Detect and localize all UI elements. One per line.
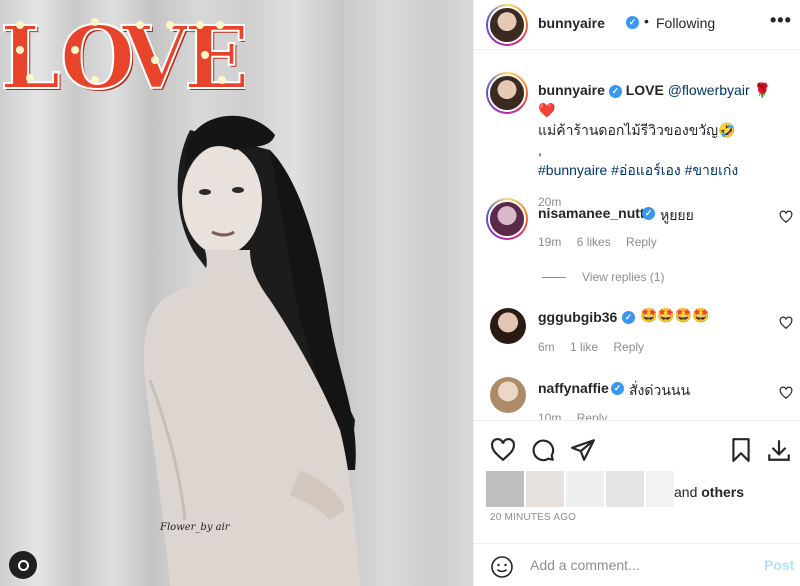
user-icon: [17, 559, 29, 571]
svg-text:E: E: [184, 8, 245, 100]
comment-avatar[interactable]: [490, 377, 526, 413]
view-replies-label: View replies (1): [582, 270, 665, 284]
like-heart-icon[interactable]: [490, 437, 516, 463]
post-side-panel: bunnyaire ✓ • Following ••• bunnyaire ✓ …: [473, 0, 800, 586]
svg-text:L: L: [0, 8, 60, 100]
comment-time[interactable]: 6m: [538, 340, 555, 354]
caption-title: LOVE: [625, 82, 664, 98]
verified-badge-icon: ✓: [622, 311, 635, 324]
liker-avatar-blurred: [486, 471, 524, 507]
liker-avatar-blurred: [606, 471, 644, 507]
view-replies-button[interactable]: View replies (1): [542, 270, 664, 284]
emoji-icon[interactable]: [490, 555, 514, 579]
svg-text:V: V: [121, 8, 190, 100]
comment-meta: 19m 6 likes Reply: [538, 235, 669, 249]
comment-username[interactable]: naffynaffie: [538, 380, 609, 396]
hashtag-sell[interactable]: #ขายเก่ง: [685, 162, 739, 178]
liker-avatar-blurred: [566, 471, 604, 507]
comment-likes[interactable]: 6 likes: [577, 235, 611, 249]
author-avatar[interactable]: [486, 4, 528, 46]
post-button[interactable]: Post: [764, 557, 794, 573]
tagged-users-button[interactable]: [9, 551, 37, 579]
likes-text[interactable]: and others: [674, 484, 744, 500]
following-button[interactable]: Following: [656, 15, 715, 31]
reply-button[interactable]: Reply: [613, 340, 644, 354]
add-comment-bar: Add a comment... Post: [474, 543, 800, 586]
comment-input[interactable]: Add a comment...: [530, 557, 640, 573]
comment-avatar[interactable]: [490, 308, 526, 344]
caption-avatar[interactable]: [486, 72, 528, 114]
post-header: bunnyaire ✓ • Following •••: [474, 0, 800, 50]
like-comment-heart-icon[interactable]: [779, 210, 793, 224]
likes-and: and: [674, 484, 698, 500]
comment-text: 🤩🤩🤩🤩: [640, 307, 710, 323]
header-separator: •: [644, 13, 649, 29]
photo-watermark: Flower_by air: [160, 522, 230, 533]
author-username[interactable]: bunnyaire: [538, 15, 605, 31]
verified-badge-icon: ✓: [626, 16, 639, 29]
comment-username[interactable]: gggubgib36: [538, 309, 617, 325]
hashtag-bunnyaire[interactable]: #bunnyaire: [538, 162, 607, 178]
comment-bubble-icon[interactable]: [530, 437, 556, 463]
love-sign: L L O O V V E E: [0, 7, 245, 100]
likes-others[interactable]: others: [701, 484, 744, 500]
caption-line2: แม่ค้าร้านดอกไม้รีวิวของขวัญ🤣: [538, 122, 736, 138]
verified-badge-icon: ✓: [611, 382, 624, 395]
hashtag-air[interactable]: #อ่อแอร์เอง: [611, 162, 681, 178]
post-actions: and others 20 MINUTES AGO Add a comment.…: [474, 420, 800, 586]
verified-badge-icon: ✓: [608, 84, 622, 98]
comment-username[interactable]: nisamanee_nutt: [538, 205, 645, 221]
comment-text: สั่งด่วนนน: [629, 382, 691, 398]
comments-list[interactable]: bunnyaire ✓ LOVE @flowerbyair 🌹❤️ แม่ค้า…: [474, 50, 800, 420]
liker-avatar-blurred: [646, 471, 674, 507]
verified-badge-icon: ✓: [642, 207, 655, 220]
share-paper-plane-icon[interactable]: [570, 437, 596, 463]
like-comment-heart-icon[interactable]: [779, 316, 793, 330]
replies-divider: [542, 277, 566, 279]
comment-time[interactable]: 10m: [538, 411, 561, 420]
comment-text: หูยยย: [660, 207, 694, 223]
reply-button[interactable]: Reply: [577, 411, 608, 420]
comment-time[interactable]: 19m: [538, 235, 561, 249]
comment-likes[interactable]: 1 like: [570, 340, 598, 354]
post-caption: bunnyaire ✓ LOVE @flowerbyair 🌹❤️ แม่ค้า…: [538, 80, 788, 212]
comment-meta: 6m 1 like Reply: [538, 340, 656, 354]
reply-button[interactable]: Reply: [626, 235, 657, 249]
save-bookmark-icon[interactable]: [728, 437, 754, 463]
post-timestamp: 20 MINUTES AGO: [490, 512, 577, 523]
like-comment-heart-icon[interactable]: [779, 386, 793, 400]
comment-avatar[interactable]: [486, 198, 528, 240]
liker-avatar-blurred: [526, 471, 564, 507]
caption-comma: ,: [538, 142, 542, 158]
download-icon[interactable]: [766, 437, 792, 463]
caption-mention[interactable]: @flowerbyair: [668, 82, 750, 98]
comment-meta: 10m Reply: [538, 411, 619, 420]
caption-username[interactable]: bunnyaire: [538, 82, 605, 98]
more-options-icon[interactable]: •••: [770, 10, 792, 31]
post-photo[interactable]: L L O O V V E E Flower_by air: [0, 0, 473, 586]
